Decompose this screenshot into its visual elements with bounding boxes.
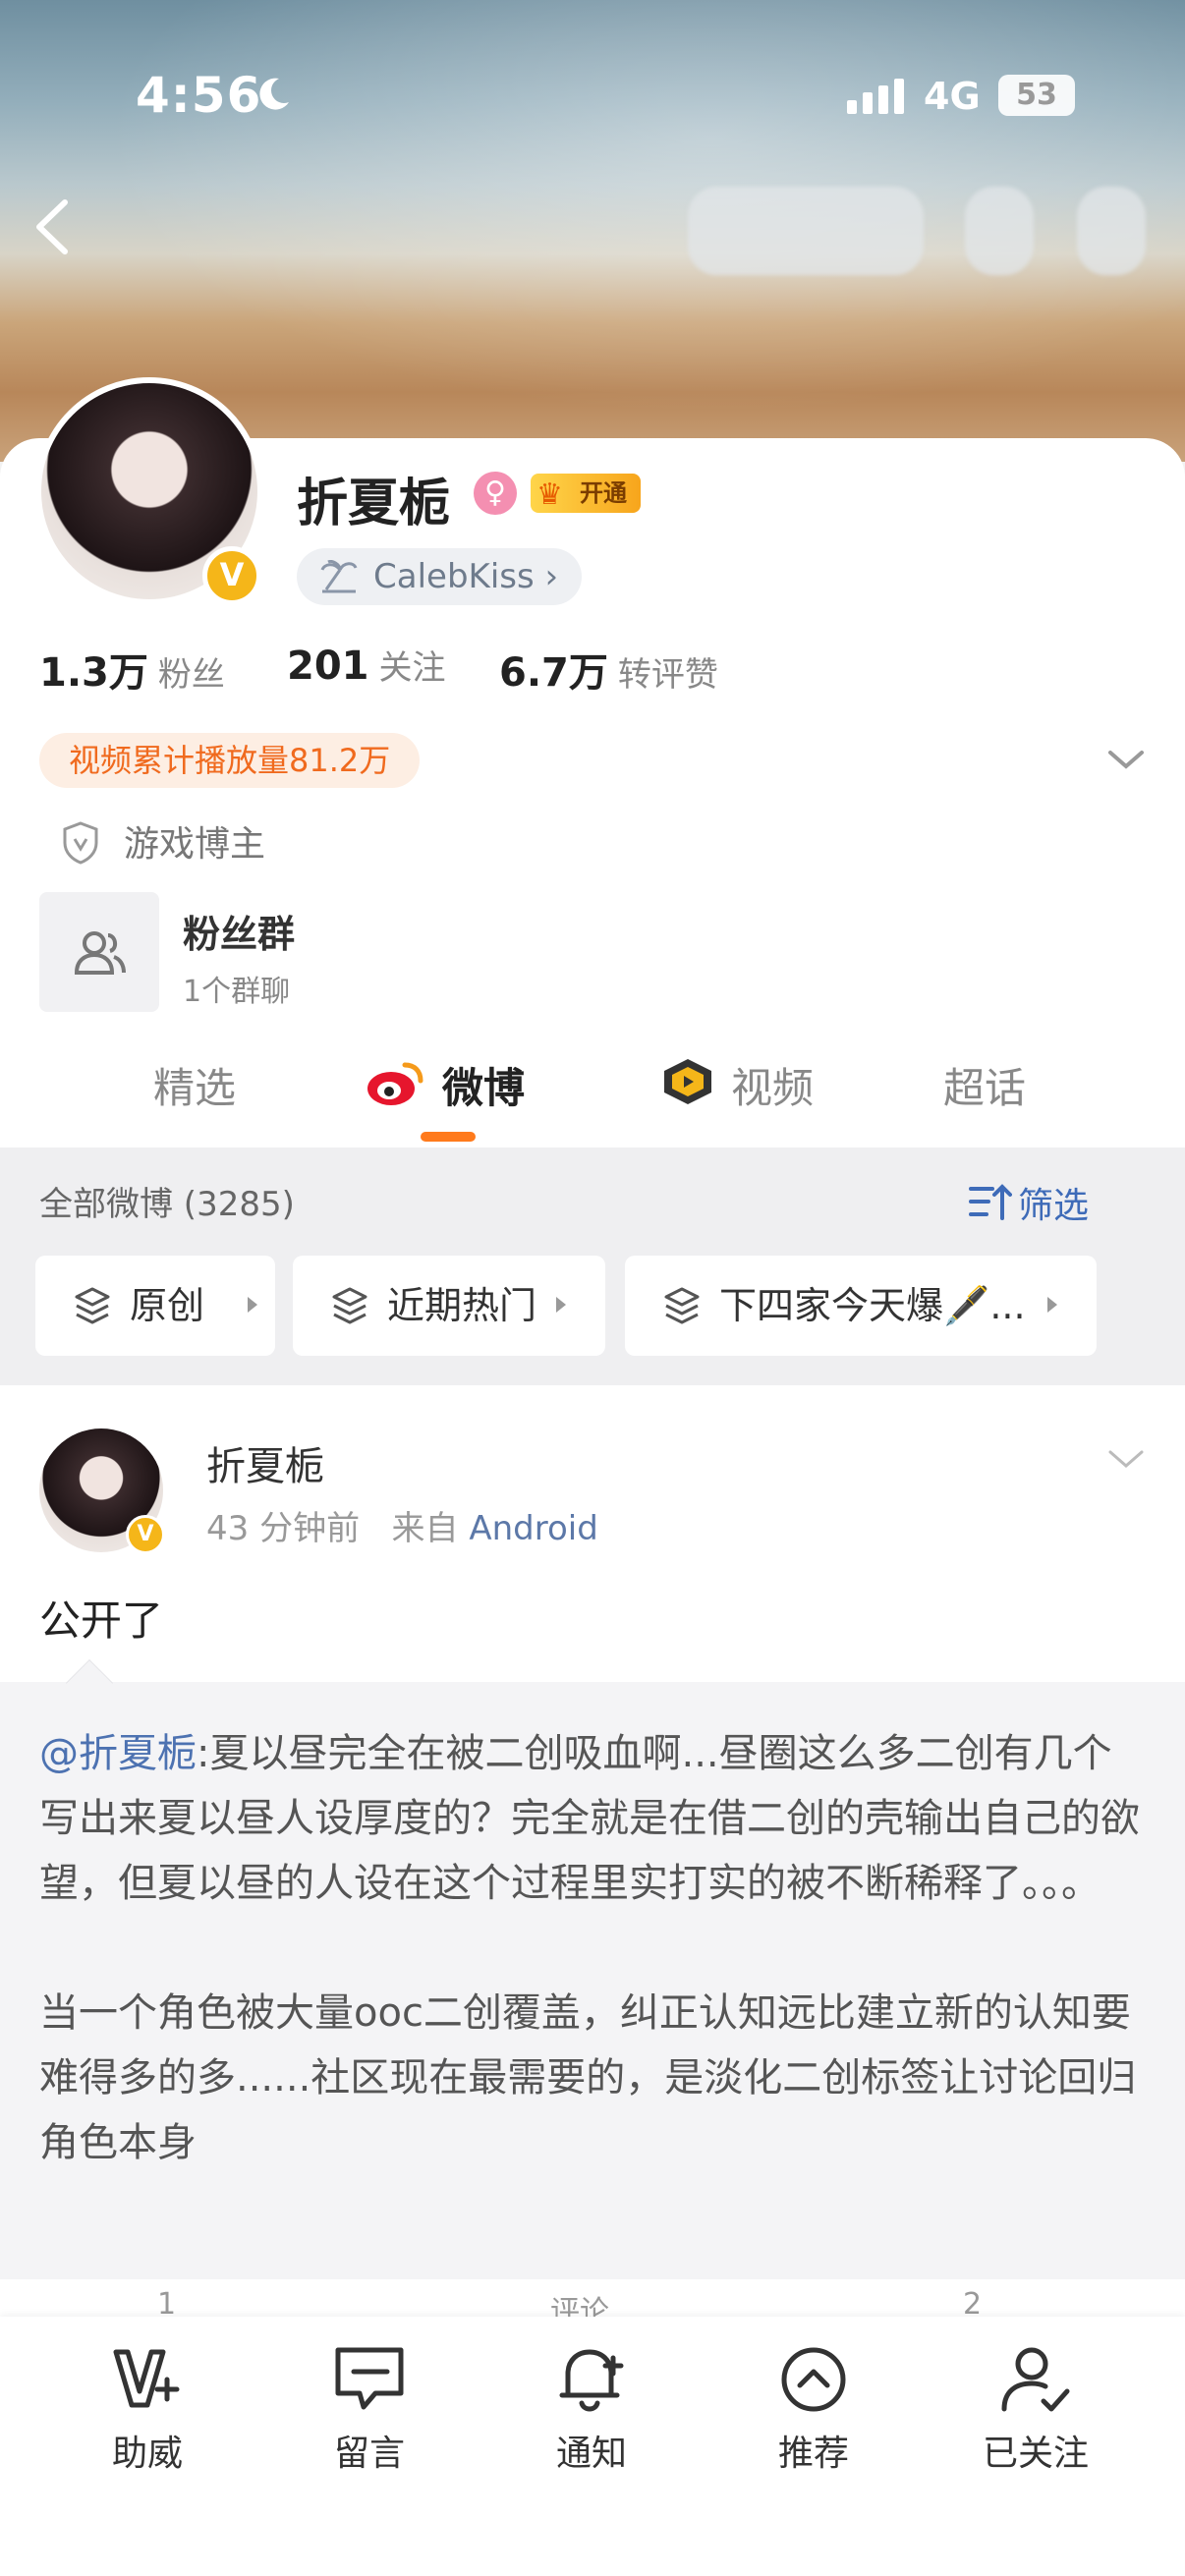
blurred-header-button[interactable] — [1077, 187, 1146, 275]
message-button[interactable]: 留言 — [281, 2340, 458, 2488]
chevron-down-icon[interactable] — [1104, 745, 1148, 774]
active-tab-indicator — [421, 1132, 476, 1142]
battery-level: 53 — [998, 75, 1075, 116]
layers-icon — [664, 1287, 700, 1324]
profile-tabs: 精选 微博 视频 超话 — [0, 1041, 1185, 1148]
status-bar: 4:56 4G 53 — [0, 0, 1185, 196]
post-text: 公开了 — [39, 1596, 164, 1645]
chip-label: 下四家今天爆🖋️... — [719, 1284, 1026, 1327]
quote-paragraph-1: :夏以昼完全在被二创吸血啊...昼圈这么多二创有几个写出来夏以昼人设厚度的？完全… — [39, 1731, 1140, 1906]
linked-account-pill[interactable]: CalebKiss › — [297, 548, 583, 605]
vip-open-badge[interactable]: ♛ 开通 — [531, 474, 641, 513]
stat-label: 转评赞 — [617, 655, 718, 695]
cheer-icon — [113, 2349, 180, 2408]
quoted-post[interactable]: @折夏栀:夏以昼完全在被二创吸血啊...昼圈这么多二创有几个写出来夏以昼人设厚度… — [0, 1682, 1185, 2279]
fan-group-title: 粉丝群 — [183, 913, 296, 956]
blurred-header-button[interactable] — [688, 187, 924, 275]
status-time: 4:56 — [136, 67, 262, 124]
linked-account-name: CalebKiss — [373, 557, 535, 596]
bottom-label: 已关注 — [982, 2434, 1089, 2474]
chevron-right-icon: › — [534, 557, 559, 596]
tab-video[interactable]: 视频 — [731, 1055, 814, 1115]
female-gender-icon: ♀ — [474, 472, 517, 515]
bottom-label: 通知 — [555, 2434, 627, 2474]
crown-icon: ♛ — [536, 477, 563, 512]
comment-button[interactable]: 评论 — [550, 2287, 609, 2319]
stat-label: 关注 — [378, 648, 446, 688]
repost-count[interactable]: 1 — [157, 2287, 176, 2319]
video-play-count-badge[interactable]: 视频累计播放量81.2万 — [39, 733, 421, 788]
verified-badge-icon: V — [126, 1515, 165, 1554]
weibo-logo-icon — [367, 1062, 423, 1105]
post-source-prefix: 来自 — [391, 1509, 459, 1548]
filter-button-label: 筛选 — [1018, 1186, 1090, 1226]
palm-tree-icon — [320, 560, 358, 593]
bottom-action-bar: 助威 留言 通知 推荐 已关注 — [0, 2317, 1185, 2576]
feed-filter-section: 全部微博 (3285) 筛选 原创 近期热门 下四家今天爆🖋️... — [0, 1148, 1185, 1385]
stat-followers[interactable]: 1.3万 粉丝 — [39, 641, 225, 698]
filter-chip-original[interactable]: 原创 — [35, 1256, 275, 1356]
triangle-right-icon — [556, 1297, 566, 1313]
signal-icon — [847, 79, 904, 114]
followed-button[interactable]: 已关注 — [947, 2340, 1124, 2488]
bell-icon — [559, 2349, 624, 2412]
filter-chip-topic[interactable]: 下四家今天爆🖋️... — [625, 1256, 1097, 1356]
bottom-label: 推荐 — [777, 2434, 849, 2474]
group-users-icon — [74, 931, 126, 975]
post-author-name[interactable]: 折夏栀 — [206, 1434, 324, 1491]
tab-super-topic[interactable]: 超话 — [943, 1055, 1026, 1115]
recommend-icon — [781, 2347, 846, 2412]
stat-interactions[interactable]: 6.7万 转评赞 — [499, 641, 718, 698]
layers-icon — [75, 1287, 110, 1324]
mention-link[interactable]: @折夏栀 — [39, 1731, 197, 1776]
vip-badge-label: 开通 — [580, 479, 627, 507]
post-source[interactable]: Android — [469, 1509, 597, 1548]
feed-count-title: 全部微博 (3285) — [39, 1185, 295, 1224]
feed-post: V 折夏栀 43 分钟前 来自 Android 公开了 @折夏栀:夏以昼完全在被… — [0, 1385, 1185, 2368]
message-icon — [335, 2347, 404, 2410]
filter-chip-hot[interactable]: 近期热门 — [293, 1256, 605, 1356]
chip-label: 近期热门 — [387, 1284, 537, 1327]
stat-following[interactable]: 201 关注 — [287, 641, 446, 689]
filter-button[interactable]: 筛选 — [969, 1177, 1090, 1228]
fan-group-entry[interactable]: 粉丝群 1个群聊 — [39, 892, 629, 1014]
moon-icon — [259, 78, 289, 110]
tab-weibo[interactable]: 微博 — [442, 1055, 525, 1115]
profile-nickname: 折夏栀 — [297, 475, 451, 533]
blurred-header-button[interactable] — [965, 187, 1034, 275]
followed-icon — [1001, 2347, 1070, 2412]
video-channel-icon — [664, 1059, 711, 1104]
bottom-label: 留言 — [333, 2434, 405, 2474]
verified-badge-icon: V — [202, 546, 261, 605]
back-arrow-icon[interactable] — [28, 193, 77, 261]
recommend-button[interactable]: 推荐 — [725, 2340, 902, 2488]
triangle-right-icon — [1047, 1297, 1057, 1313]
quote-paragraph-2: 当一个角色被大量ooc二创覆盖，纠正认知远比建立新的认知要难得多的多......… — [39, 1990, 1137, 2165]
group-icon-box — [39, 892, 159, 1012]
post-time: 43 分钟前 — [206, 1509, 361, 1548]
filter-sort-icon — [969, 1184, 1012, 1220]
post-meta: 43 分钟前 来自 Android — [206, 1501, 598, 1549]
cheer-button[interactable]: 助威 — [59, 2340, 236, 2488]
shield-icon — [63, 821, 98, 865]
fan-group-subtitle: 1个群聊 — [183, 975, 291, 1009]
stat-value: 6.7万 — [499, 650, 608, 696]
chevron-down-icon[interactable] — [1104, 1444, 1148, 1474]
chip-label: 原创 — [130, 1284, 205, 1327]
stat-label: 粉丝 — [157, 655, 225, 695]
stat-value: 201 — [287, 644, 369, 689]
triangle-right-icon — [248, 1297, 257, 1313]
post-action-row: 1 评论 2 — [0, 2279, 1185, 2319]
notify-button[interactable]: 通知 — [503, 2340, 680, 2488]
stat-value: 1.3万 — [39, 650, 148, 696]
creator-role-label: 游戏博主 — [124, 824, 266, 865]
like-count[interactable]: 2 — [963, 2287, 982, 2319]
layers-icon — [332, 1287, 367, 1324]
quoted-post-body: @折夏栀:夏以昼完全在被二创吸血啊...昼圈这么多二创有几个写出来夏以昼人设厚度… — [39, 1721, 1148, 2175]
bottom-label: 助威 — [111, 2434, 183, 2474]
tab-featured[interactable]: 精选 — [153, 1055, 236, 1115]
network-type: 4G — [924, 75, 981, 118]
